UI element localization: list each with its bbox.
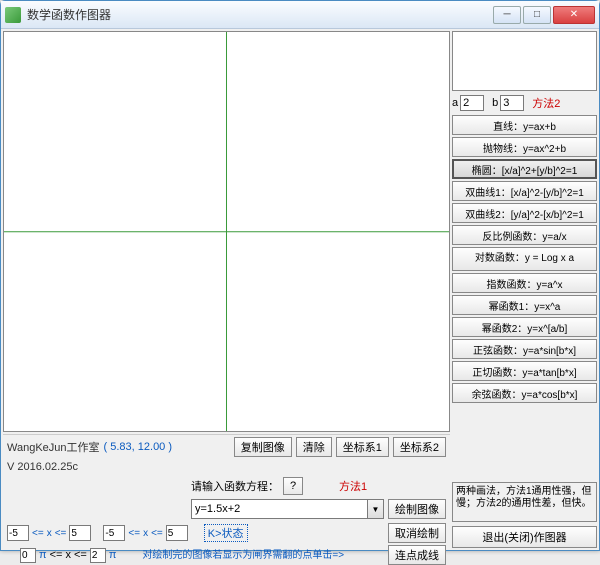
- le-icon: <=: [50, 549, 63, 561]
- version-label: V 2016.02.25c: [7, 461, 78, 473]
- fn-parabola-button[interactable]: 抛物线：y=ax^2+b: [452, 137, 597, 157]
- formula-combobox[interactable]: ▼: [191, 499, 384, 519]
- fn-inverse-button[interactable]: 反比例函数：y=a/x: [452, 225, 597, 245]
- preview-box: [452, 31, 597, 91]
- b-label: b: [492, 97, 498, 109]
- fn-hyperbola2-button[interactable]: 双曲线2：[y/a]^2-[x/b]^2=1: [452, 203, 597, 223]
- a-input[interactable]: [460, 95, 484, 111]
- fn-ellipse-button[interactable]: 椭圆：[x/a]^2+[y/b]^2=1: [452, 159, 597, 179]
- hint-text: 对绘制完的图像若显示为闸界需翻的点单击=>: [142, 550, 344, 561]
- a-label: a: [452, 97, 458, 109]
- fn-exp-button[interactable]: 指数函数：y=a^x: [452, 273, 597, 293]
- x-lo-input[interactable]: [7, 525, 29, 541]
- cursor-coords: ( 5.83, 12.00 ): [104, 441, 173, 453]
- coord2-button[interactable]: 坐标系2: [393, 437, 446, 457]
- x-var: x: [47, 528, 52, 539]
- close-button[interactable]: ✕: [553, 6, 595, 24]
- draw-button[interactable]: 绘制图像: [388, 499, 446, 519]
- formula-label: 请输入函数方程：: [191, 478, 279, 494]
- method-description: 两种画法，方法1通用性强，但慢；方法2的通用性差，但快。: [452, 482, 597, 522]
- y-hi-input[interactable]: [166, 525, 188, 541]
- fn-hyperbola1-button[interactable]: 双曲线1：[x/a]^2-[y/b]^2=1: [452, 181, 597, 201]
- formula-input[interactable]: [191, 499, 368, 519]
- window-title: 数学函数作图器: [27, 6, 491, 23]
- fn-sin-button[interactable]: 正弦函数：y=a*sin[b*x]: [452, 339, 597, 359]
- status-indicator: K>状态: [204, 524, 248, 542]
- x-hi-input[interactable]: [69, 525, 91, 541]
- t-var: x: [65, 549, 71, 561]
- copy-image-button[interactable]: 复制图像: [234, 437, 292, 457]
- minimize-button[interactable]: ─: [493, 6, 521, 24]
- le-icon: <=: [74, 549, 87, 561]
- t-lo-input[interactable]: [20, 548, 36, 563]
- workshop-label: WangKeJun工作室: [7, 439, 100, 455]
- y-var: x: [143, 528, 148, 539]
- titlebar: 数学函数作图器 ─ □ ✕: [1, 1, 599, 29]
- plot-canvas[interactable]: [3, 31, 450, 432]
- le-icon: <=: [151, 528, 163, 539]
- pi-icon: π: [109, 549, 117, 561]
- fn-line-button[interactable]: 直线：y=ax+b: [452, 115, 597, 135]
- formula-dropdown-icon[interactable]: ▼: [368, 499, 384, 519]
- help-button[interactable]: ?: [283, 477, 303, 495]
- maximize-button[interactable]: □: [523, 6, 551, 24]
- method2-label: 方法2: [532, 95, 560, 111]
- app-window: 数学函数作图器 ─ □ ✕ WangKeJun工作室 ( 5.83, 12.00…: [0, 0, 600, 551]
- fn-log-button[interactable]: 对数函数：y = Log x a: [452, 247, 597, 271]
- y-lo-input[interactable]: [103, 525, 125, 541]
- method1-label: 方法1: [339, 478, 367, 494]
- b-input[interactable]: [500, 95, 524, 111]
- t-hi-input[interactable]: [90, 548, 106, 563]
- le-icon: <=: [128, 528, 140, 539]
- fn-power1-button[interactable]: 幂函数1：y=x^a: [452, 295, 597, 315]
- pi-icon: π: [39, 549, 47, 561]
- fn-cos-button[interactable]: 余弦函数：y=a*cos[b*x]: [452, 383, 597, 403]
- app-icon: [5, 7, 21, 23]
- coord1-button[interactable]: 坐标系1: [336, 437, 389, 457]
- connect-dots-button[interactable]: 连点成线: [388, 545, 446, 565]
- cancel-draw-button[interactable]: 取消绘制: [388, 523, 446, 543]
- le-icon: <=: [32, 528, 44, 539]
- le-icon: <=: [55, 528, 67, 539]
- fn-power2-button[interactable]: 幂函数2：y=x^[a/b]: [452, 317, 597, 337]
- clear-button[interactable]: 清除: [296, 437, 332, 457]
- fn-tan-button[interactable]: 正切函数：y=a*tan[b*x]: [452, 361, 597, 381]
- exit-button[interactable]: 退出(关闭)作图器: [452, 526, 597, 548]
